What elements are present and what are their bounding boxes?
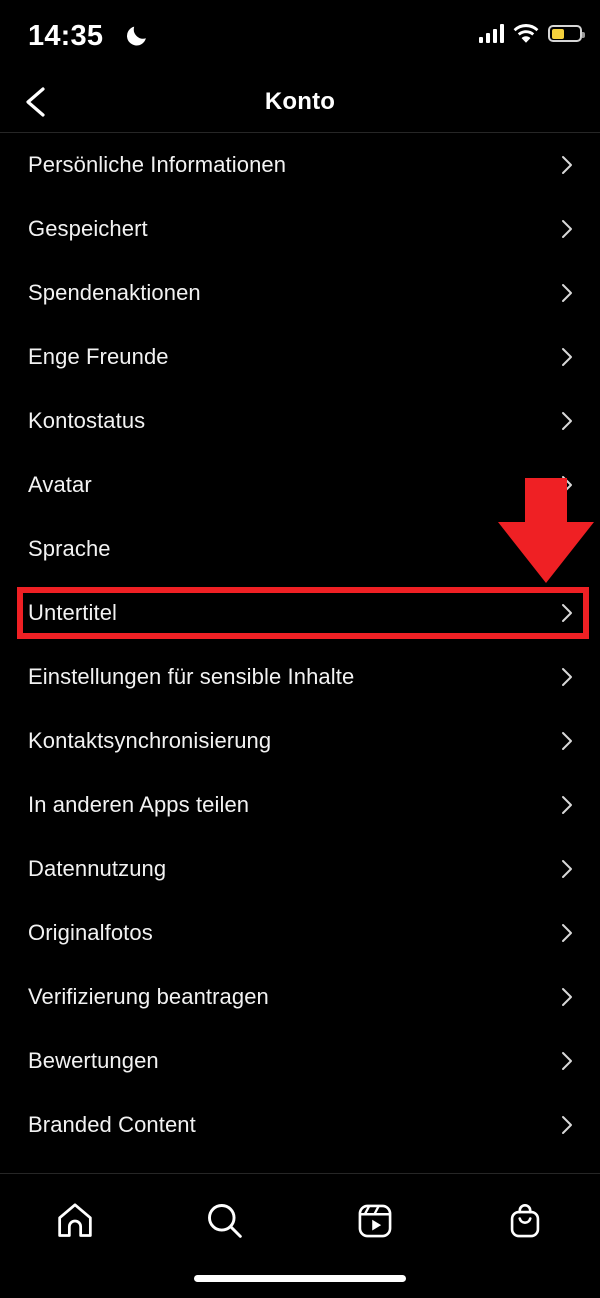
chevron-right-icon <box>562 284 572 302</box>
list-item[interactable]: Bewertungen <box>0 1029 600 1093</box>
chevron-right-icon <box>562 604 572 622</box>
list-item[interactable]: Enge Freunde <box>0 325 600 389</box>
list-item-label: Originalfotos <box>28 920 153 945</box>
chevron-right-icon <box>562 860 572 878</box>
list-item-label: Branded Content <box>28 1112 196 1137</box>
list-item[interactable]: Verifizierung beantragen <box>0 965 600 1029</box>
chevron-right-icon <box>562 348 572 366</box>
tab-reels[interactable] <box>300 1196 450 1246</box>
chevron-right-icon <box>562 796 572 814</box>
chevron-right-icon <box>562 988 572 1006</box>
reels-icon <box>358 1204 392 1238</box>
chevron-left-icon <box>26 87 45 117</box>
list-item-label: Enge Freunde <box>28 344 169 369</box>
chevron-right-icon <box>562 156 572 174</box>
list-item-label: Verifizierung beantragen <box>28 984 269 1009</box>
list-item[interactable]: Kontostatus <box>0 389 600 453</box>
list-item[interactable]: Einstellungen für sensible Inhalte <box>0 645 600 709</box>
list-item-label: Kontaktsynchronisierung <box>28 728 272 753</box>
list-item-label: Untertitel <box>28 600 118 625</box>
status-bar: 14:35 <box>0 0 600 72</box>
tab-home[interactable] <box>0 1196 150 1246</box>
phone-screen: 14:35 Konto Persönliche Informationen Ge… <box>0 0 600 1298</box>
back-button[interactable] <box>10 72 60 132</box>
list-item-label: Persönliche Informationen <box>28 152 287 177</box>
page-title: Konto <box>264 88 336 115</box>
list-item-label: Kontostatus <box>28 408 146 433</box>
chevron-right-icon <box>562 220 572 238</box>
cellular-signal-icon <box>478 24 504 43</box>
list-item[interactable]: Datennutzung <box>0 837 600 901</box>
wifi-icon <box>513 24 539 43</box>
chevron-right-icon <box>562 540 572 558</box>
page-header: Konto <box>0 72 600 132</box>
list-item[interactable]: Kontaktsynchronisierung <box>0 709 600 773</box>
list-item[interactable]: Spendenaktionen <box>0 261 600 325</box>
list-item-label: Avatar <box>28 472 92 497</box>
list-item[interactable]: Gespeichert <box>0 197 600 261</box>
list-item-label: Spendenaktionen <box>28 280 201 305</box>
home-icon <box>58 1203 92 1237</box>
search-icon <box>208 1204 242 1238</box>
chevron-right-icon <box>562 924 572 942</box>
chevron-right-icon <box>562 1116 572 1134</box>
tab-search[interactable] <box>150 1196 300 1246</box>
chevron-right-icon <box>562 476 572 494</box>
list-item-label: Datennutzung <box>28 856 167 881</box>
battery-low-power-icon <box>548 25 585 42</box>
status-time: 14:35 <box>28 20 104 52</box>
moon-dnd-icon <box>127 26 146 46</box>
settings-list: Persönliche Informationen Gespeichert Sp… <box>0 133 600 1174</box>
chevron-right-icon <box>562 668 572 686</box>
chevron-right-icon <box>562 1052 572 1070</box>
chevron-right-icon <box>562 412 572 430</box>
list-item[interactable]: Originalfotos <box>0 901 600 965</box>
list-item-label: Einstellungen für sensible Inhalte <box>28 664 355 689</box>
list-item[interactable]: Persönliche Informationen <box>0 133 600 197</box>
list-item[interactable]: In anderen Apps teilen <box>0 773 600 837</box>
chevron-right-icon <box>562 732 572 750</box>
shop-bag-icon <box>510 1204 540 1238</box>
list-item-label: Gespeichert <box>28 216 148 241</box>
list-item[interactable]: Avatar <box>0 453 600 517</box>
list-item-untertitel[interactable]: Untertitel <box>0 581 600 645</box>
list-item[interactable]: Branded Content <box>0 1093 600 1157</box>
status-indicators <box>478 24 585 43</box>
tab-shop[interactable] <box>450 1196 600 1246</box>
list-item-label: Sprache <box>28 536 111 561</box>
list-item[interactable]: Sprache <box>0 517 600 581</box>
list-item-label: Bewertungen <box>28 1048 159 1073</box>
home-indicator[interactable] <box>194 1275 406 1282</box>
list-item-label: In anderen Apps teilen <box>28 792 250 817</box>
